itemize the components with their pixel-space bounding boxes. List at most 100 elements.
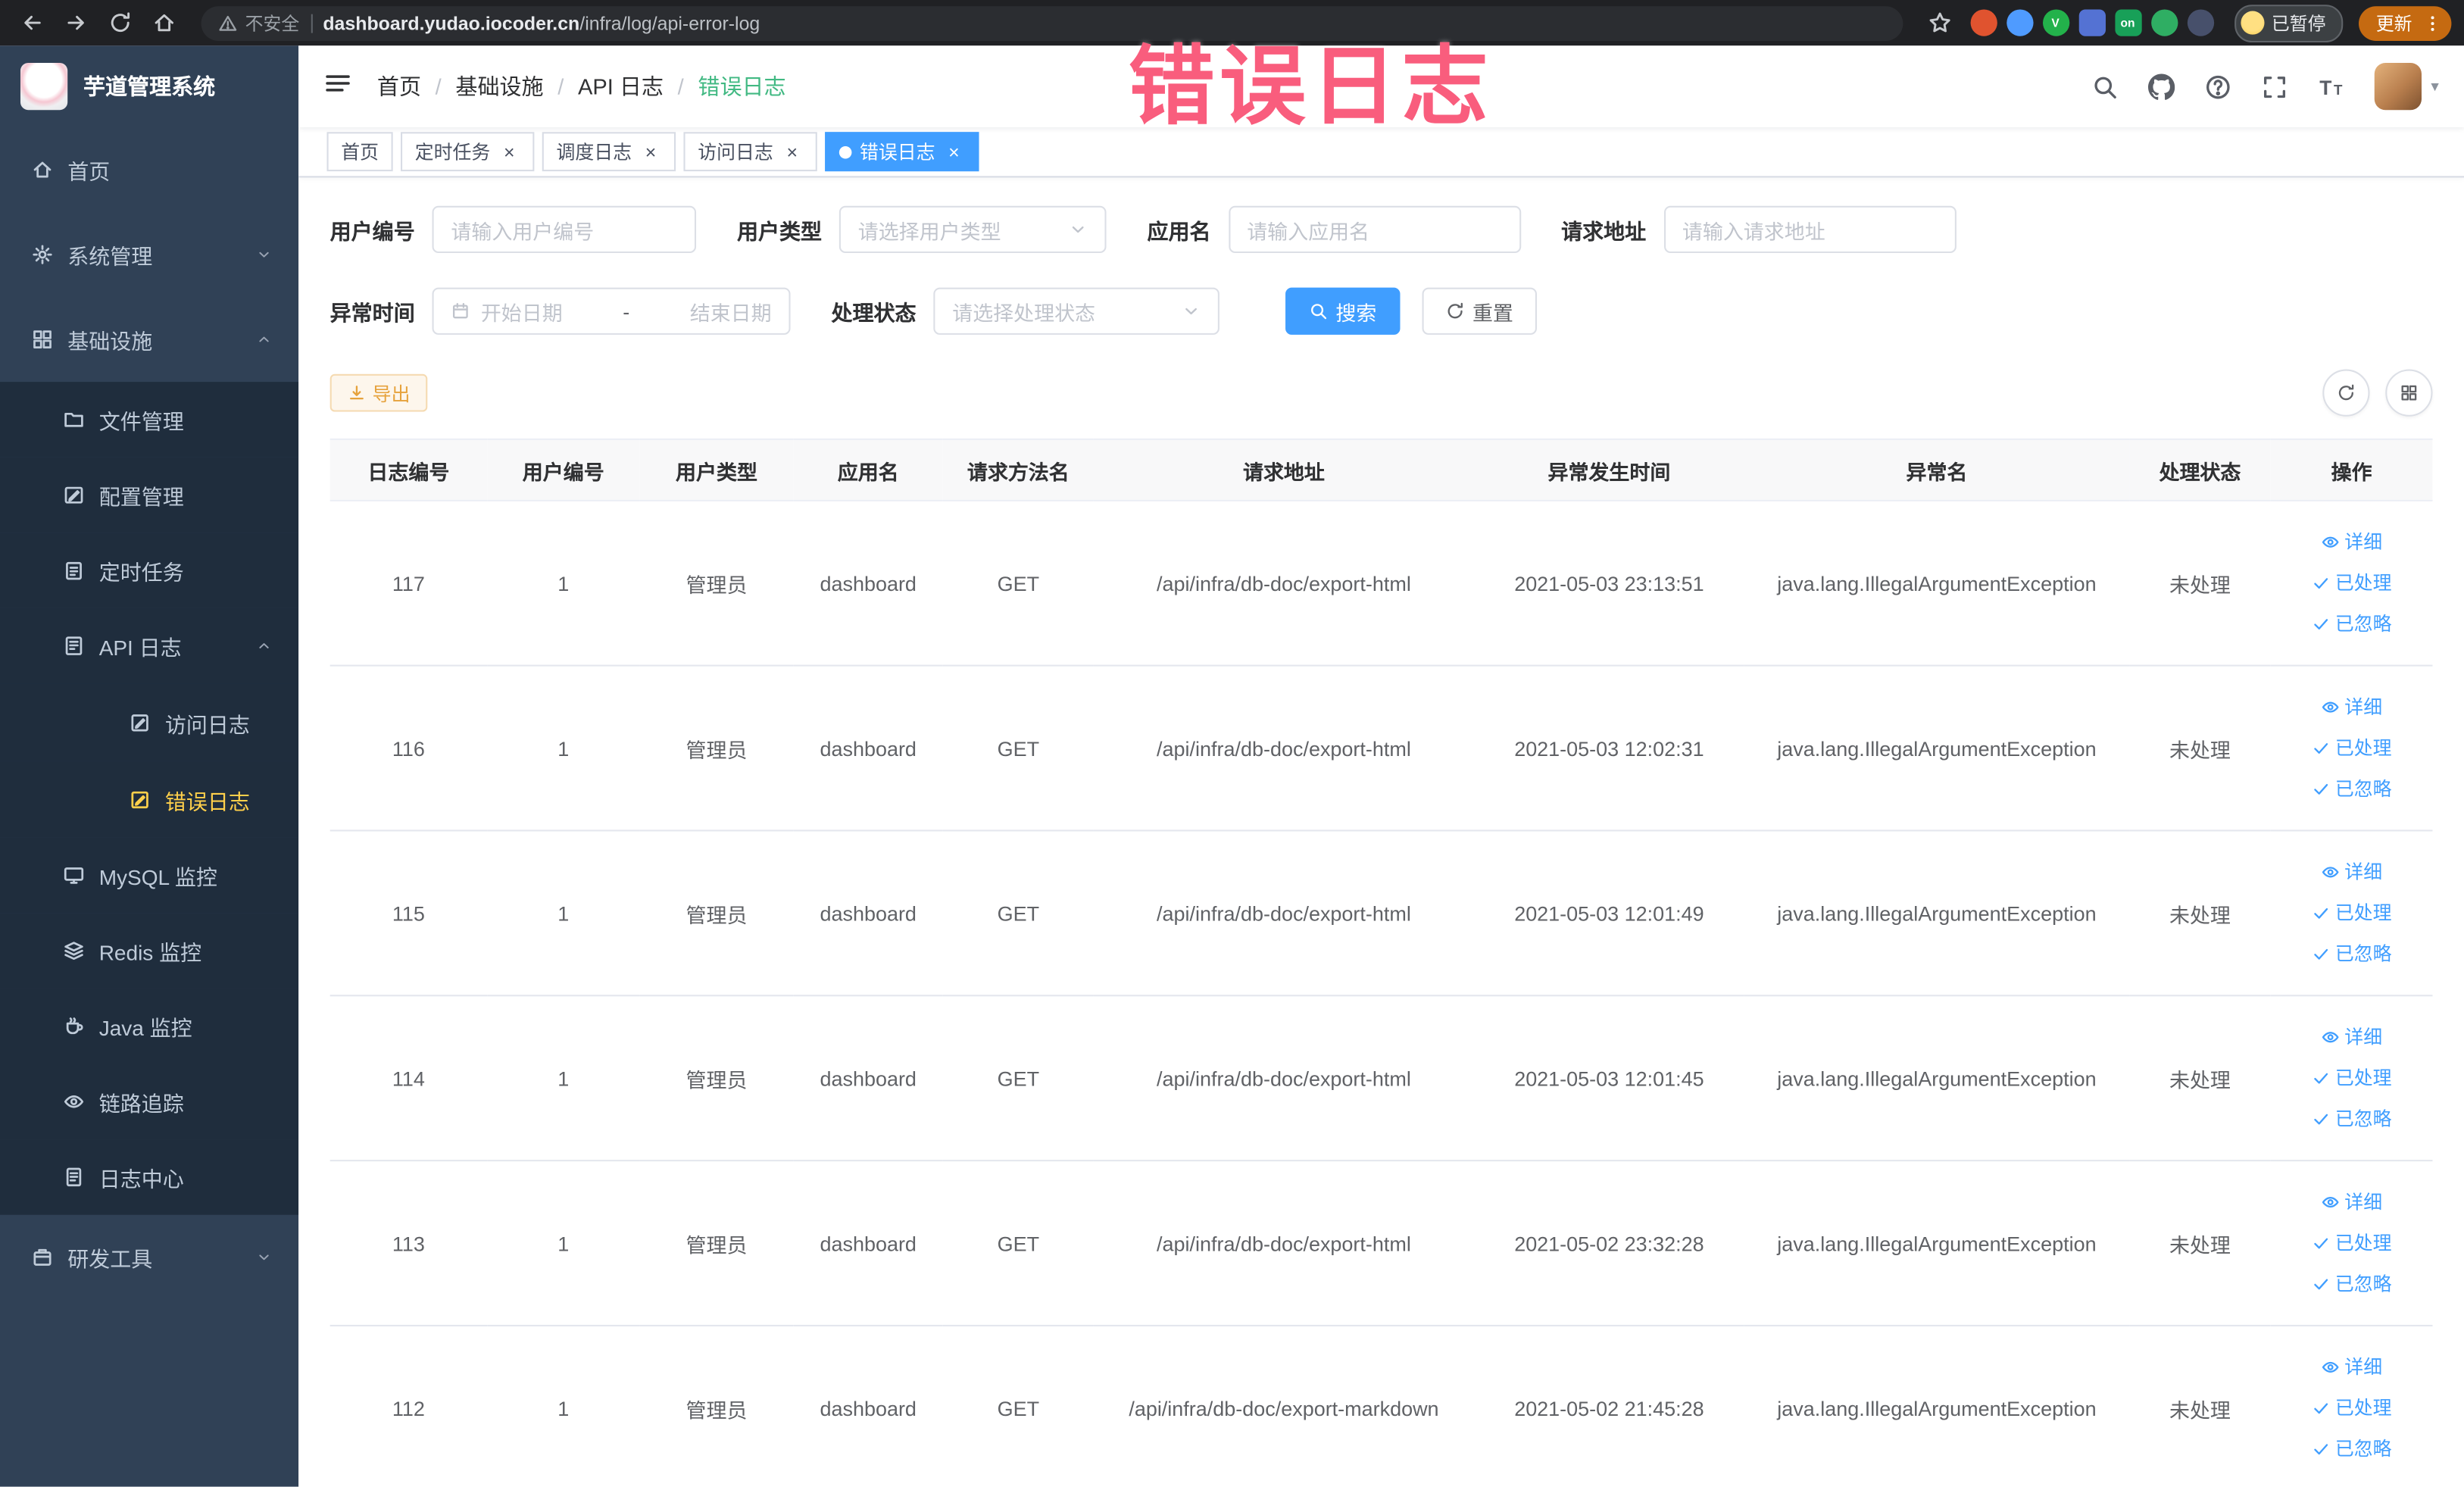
tab-2[interactable]: 调度日志 × xyxy=(542,132,676,172)
sidebar-item-9[interactable]: MySQL 监控 xyxy=(0,837,299,914)
tab-4[interactable]: 错误日志 × xyxy=(825,132,979,172)
breadcrumb-home[interactable]: 首页 xyxy=(377,70,421,102)
font-size-icon[interactable]: TT xyxy=(2318,73,2344,99)
sidebar-item-0[interactable]: 首页 xyxy=(0,127,298,212)
breadcrumb-api-log[interactable]: API 日志 xyxy=(578,70,664,102)
close-icon[interactable]: × xyxy=(639,141,661,163)
ignored-link[interactable]: 已忽略 xyxy=(2312,1099,2392,1139)
help-icon[interactable] xyxy=(2205,73,2231,99)
breadcrumb-infra[interactable]: 基础设施 xyxy=(455,70,543,102)
refresh-table-button[interactable] xyxy=(2322,369,2370,417)
table-row: 112 1 管理员 dashboard GET/api/infra/db-doc/exp… xyxy=(329,1325,2433,1487)
hamburger-icon[interactable] xyxy=(323,68,351,105)
sidebar-item-6[interactable]: API 日志 xyxy=(0,608,299,684)
column-header[interactable]: 操作 xyxy=(2270,438,2433,501)
processed-link[interactable]: 已处理 xyxy=(2312,1389,2392,1428)
leaf-extension-icon[interactable] xyxy=(2150,9,2178,36)
user-id-input[interactable]: 请输入用户编号 xyxy=(432,205,697,254)
sidebar-item-5[interactable]: 定时任务 xyxy=(0,533,299,608)
user-menu[interactable]: ▾ xyxy=(2374,62,2439,111)
browser-home-icon[interactable] xyxy=(145,5,183,40)
bookmark-star-icon[interactable] xyxy=(1921,5,1959,40)
export-button[interactable]: 导出 xyxy=(329,373,428,412)
browser-update-button[interactable]: 更新 xyxy=(2359,5,2452,40)
sidebar-item-2[interactable]: 基础设施 xyxy=(0,297,298,382)
reset-button[interactable]: 重置 xyxy=(1422,287,1538,335)
ignored-link[interactable]: 已忽略 xyxy=(2312,1264,2392,1304)
check-icon xyxy=(2312,1275,2331,1294)
sidebar-item-3[interactable]: 文件管理 xyxy=(0,382,299,458)
user-type-label: 用户类型 xyxy=(736,220,823,244)
user-type-select[interactable]: 请选择用户类型 xyxy=(839,205,1107,254)
grid-extension-icon[interactable] xyxy=(2078,9,2105,36)
search-button[interactable]: 搜索 xyxy=(1285,287,1401,335)
browser-menu-icon[interactable] xyxy=(2423,14,2442,33)
adblock-extension-icon[interactable] xyxy=(1969,9,1997,36)
processed-link[interactable]: 已处理 xyxy=(2312,729,2392,768)
tab-1[interactable]: 定时任务 × xyxy=(401,132,535,172)
fullscreen-icon[interactable] xyxy=(2261,73,2288,99)
process-status-select[interactable]: 请选择处理状态 xyxy=(933,287,1220,335)
security-chip[interactable]: 不安全 xyxy=(218,10,299,35)
column-header[interactable]: 异常名 xyxy=(1744,438,2130,501)
tab-3[interactable]: 访问日志 × xyxy=(683,132,817,172)
close-icon[interactable]: × xyxy=(498,141,520,163)
date-range-picker[interactable]: 开始日期 - 结束日期 xyxy=(432,287,791,335)
column-header[interactable]: 应用名 xyxy=(793,438,943,501)
sidebar-item-7[interactable]: 访问日志 xyxy=(0,683,299,761)
processed-link[interactable]: 已处理 xyxy=(2312,893,2392,932)
ignored-link[interactable]: 已忽略 xyxy=(2312,1429,2392,1469)
sidebar-item-10[interactable]: Redis 监控 xyxy=(0,913,299,989)
detail-link[interactable]: 详细 xyxy=(2321,1348,2382,1387)
cell-status: 未处理 xyxy=(2129,1325,2271,1487)
address-bar[interactable]: 不安全 dashboard.yudao.iocoder.cn/infra/log… xyxy=(201,5,1903,40)
processed-link[interactable]: 已处理 xyxy=(2312,564,2392,603)
apilog-icon xyxy=(63,635,85,657)
sidebar-item-12[interactable]: 链路追踪 xyxy=(0,1064,299,1140)
sidebar-item-1[interactable]: 系统管理 xyxy=(0,212,298,297)
sidebar-item-11[interactable]: Java 监控 xyxy=(0,988,299,1064)
close-icon[interactable]: × xyxy=(943,141,965,163)
on-badge-extension-icon[interactable]: on xyxy=(2114,9,2141,36)
back-icon[interactable] xyxy=(13,5,51,40)
cell-method: GET xyxy=(942,995,1094,1162)
sidebar-item-13[interactable]: 日志中心 xyxy=(0,1139,299,1215)
search-icon[interactable] xyxy=(2091,73,2118,99)
ignored-link[interactable]: 已忽略 xyxy=(2312,934,2392,973)
profile-paused-chip[interactable]: 已暂停 xyxy=(2234,4,2344,42)
column-header[interactable]: 用户编号 xyxy=(487,438,640,501)
forward-icon[interactable] xyxy=(57,5,95,40)
tab-0[interactable]: 首页 xyxy=(326,132,393,172)
detail-link[interactable]: 详细 xyxy=(2321,1017,2382,1057)
detail-link[interactable]: 详细 xyxy=(2321,1182,2382,1222)
v-green-extension-icon[interactable]: V xyxy=(2041,9,2069,36)
breadcrumb-separator: / xyxy=(677,73,684,99)
reload-icon[interactable] xyxy=(101,5,139,40)
column-header[interactable]: 请求地址 xyxy=(1093,438,1474,501)
column-header[interactable]: 日志编号 xyxy=(329,438,488,501)
processed-link[interactable]: 已处理 xyxy=(2312,1223,2392,1263)
column-header[interactable]: 处理状态 xyxy=(2129,438,2271,501)
column-settings-button[interactable] xyxy=(2385,369,2433,417)
column-header[interactable]: 异常发生时间 xyxy=(1473,438,1744,501)
water-drop-extension-icon[interactable] xyxy=(2006,9,2033,36)
sidebar-item-4[interactable]: 配置管理 xyxy=(0,457,299,533)
filter-exception-time: 异常时间 开始日期 - 结束日期 xyxy=(330,287,791,335)
detail-link[interactable]: 详细 xyxy=(2321,523,2382,562)
app-logo[interactable]: 芋道管理系统 xyxy=(0,45,298,127)
request-url-input[interactable]: 请输入请求地址 xyxy=(1663,205,1956,254)
detail-link[interactable]: 详细 xyxy=(2321,852,2382,892)
close-icon[interactable]: × xyxy=(781,141,803,163)
avatar[interactable] xyxy=(2374,62,2422,111)
column-header[interactable]: 请求方法名 xyxy=(942,438,1094,501)
paw-extension-icon[interactable] xyxy=(2186,9,2214,36)
ignored-link[interactable]: 已忽略 xyxy=(2312,770,2392,809)
processed-link[interactable]: 已处理 xyxy=(2312,1058,2392,1098)
app-name-input[interactable]: 请输入应用名 xyxy=(1228,205,1521,254)
sidebar-item-14[interactable]: 研发工具 xyxy=(0,1215,298,1300)
ignored-link[interactable]: 已忽略 xyxy=(2312,604,2392,644)
column-header[interactable]: 用户类型 xyxy=(639,438,794,501)
github-icon[interactable] xyxy=(2147,73,2175,99)
detail-link[interactable]: 详细 xyxy=(2321,688,2382,727)
sidebar-item-8[interactable]: 错误日志 xyxy=(0,761,299,838)
